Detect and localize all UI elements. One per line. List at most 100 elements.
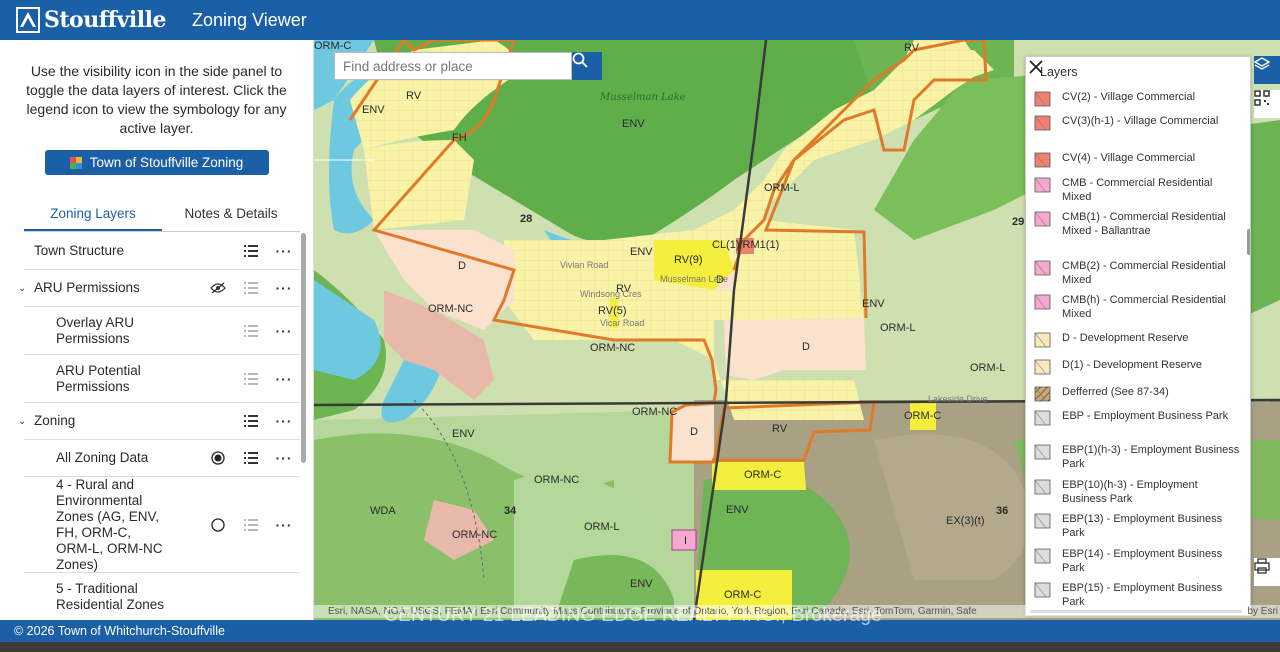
layers-widget-button[interactable] (1254, 56, 1280, 84)
map-label: ORM-NC (534, 474, 580, 486)
legend-scrollbar[interactable] (1247, 229, 1250, 255)
legend-item-label: CMB - Commercial Residential Mixed (1062, 177, 1213, 203)
more-options-icon[interactable]: ··· (276, 413, 292, 429)
visibility-off-icon[interactable] (210, 280, 226, 296)
legend-item: CMB(1) - Commercial Residential Mixed - … (1034, 211, 1242, 238)
more-options-icon[interactable]: ··· (276, 371, 292, 387)
legend-swatch-icon (1034, 444, 1051, 460)
map-label: ORM-NC (428, 303, 474, 315)
road-label: Windsong Cres (580, 289, 642, 299)
print-icon (1254, 558, 1270, 574)
layer-label: 4 - Rural and Environmental Zones (AG, E… (56, 476, 163, 572)
map-label: D (458, 260, 466, 272)
layer-label: Zoning (34, 413, 76, 428)
road-label: Vicar Road (600, 318, 645, 328)
search-icon (572, 52, 588, 68)
radio-selected-icon[interactable] (210, 450, 226, 466)
map-label: ORM-C (724, 589, 762, 601)
town-flower-icon (69, 156, 82, 169)
tab-zoning-layers[interactable]: Zoning Layers (24, 198, 162, 231)
town-logo[interactable]: Stouffville (16, 7, 167, 33)
legend-item-label: CV(2) - Village Commercial (1062, 91, 1196, 103)
legend-swatch-icon (1034, 211, 1051, 227)
legend-item-label: CV(4) - Village Commercial (1062, 152, 1196, 164)
map-label: 34 (504, 505, 517, 517)
search-button[interactable] (572, 52, 602, 80)
chevron-down-icon[interactable]: ⌄ (18, 283, 30, 294)
town-zoning-button-label: Town of Stouffville Zoning (89, 155, 244, 170)
search-input[interactable]: Find address or place (334, 52, 572, 80)
layer-traditional-residential[interactable]: 5 - Traditional Residential Zones (24, 573, 300, 620)
attribution-tail: by Esri (1247, 606, 1278, 617)
side-panel-scrollbar[interactable] (301, 233, 306, 620)
more-options-icon[interactable]: ··· (276, 450, 292, 466)
more-options-icon[interactable]: ··· (276, 323, 292, 339)
legend-item-label: D(1) - Development Reserve (1062, 359, 1202, 371)
map-label: ORM-C (744, 469, 782, 481)
side-panel: Use the visibility icon in the side pane… (0, 40, 314, 620)
legend-list-icon (243, 280, 259, 296)
map-label: ENV (726, 504, 749, 516)
layer-list: Town Structure ··· ⌄ ARU Permissions ···… (18, 233, 300, 620)
legend-item-label: EBP(10)(h-3) - Employment Business Park (1062, 479, 1198, 505)
map-label: ENV (362, 104, 385, 116)
radio-unselected-icon[interactable] (210, 517, 226, 533)
map-label: D (690, 426, 698, 438)
map-label: RV (406, 90, 422, 102)
legend-item: CV(4) - Village Commercial (1034, 152, 1242, 168)
legend-swatch-icon (1034, 410, 1051, 426)
map-label: ENV (630, 578, 653, 590)
layer-all-zoning-data[interactable]: All Zoning Data ··· (24, 440, 300, 477)
road-label: Musselman Lake (660, 274, 729, 284)
map-label-lake: Musselman Lake (600, 92, 686, 103)
layer-aru-permissions[interactable]: ⌄ ARU Permissions ··· (18, 270, 300, 307)
legend-item-label: CMB(h) - Commercial Residential Mixed (1062, 294, 1226, 320)
more-options-icon[interactable]: ··· (276, 280, 292, 296)
legend-item: CV(2) - Village Commercial (1034, 91, 1242, 107)
map-label: RV (772, 423, 788, 435)
layer-overlay-aru[interactable]: Overlay ARU Permissions ··· (24, 307, 300, 355)
legend-list-icon[interactable] (243, 450, 259, 466)
map-label: ORM-C (314, 40, 352, 52)
layer-rural-environmental[interactable]: 4 - Rural and Environmental Zones (AG, E… (24, 477, 300, 573)
legend-list-icon (243, 371, 259, 387)
legend-item-label: EBP - Employment Business Park (1062, 410, 1229, 422)
chevron-down-icon[interactable]: ⌄ (18, 416, 30, 427)
legend-swatch-icon (1034, 115, 1051, 131)
app-header: Stouffville Zoning Viewer (0, 0, 1280, 40)
close-icon[interactable] (1026, 57, 1046, 77)
intro-text: Use the visibility icon in the side pane… (26, 63, 287, 136)
map-label: CL(1)/RM1(1) (712, 239, 780, 251)
legend-swatch-icon (1034, 91, 1051, 107)
road-label: Vivian Road (560, 260, 609, 270)
town-zoning-button[interactable]: Town of Stouffville Zoning (44, 150, 269, 175)
legend-item: EBP(1)(h-3) - Employment Business Park (1034, 444, 1242, 471)
scroll-thumb[interactable] (301, 233, 306, 463)
qr-widget-button[interactable] (1254, 90, 1280, 118)
more-options-icon[interactable]: ··· (276, 517, 292, 533)
layer-zoning[interactable]: ⌄ Zoning ··· (18, 403, 300, 440)
tab-notes-details[interactable]: Notes & Details (162, 198, 300, 231)
print-widget-button[interactable] (1254, 558, 1280, 586)
legend-list-icon[interactable] (243, 413, 259, 429)
map-label: ORM-C (904, 410, 942, 422)
layer-label: 5 - Traditional Residential Zones (56, 581, 165, 612)
legend-item: D(1) - Development Reserve (1034, 359, 1242, 375)
legend-list-icon[interactable] (243, 243, 259, 259)
map-label: I (684, 535, 688, 547)
map-view[interactable]: ORM-C RV ENV RV FH Musselman Lake ENV 28… (314, 40, 1280, 620)
layer-town-structure[interactable]: Town Structure ··· (24, 233, 300, 270)
legend-item-label: EBP(1)(h-3) - Employment Business Park (1062, 444, 1240, 470)
map-label: RV (904, 42, 920, 54)
map-label: D (802, 341, 810, 353)
legend-swatch-icon (1034, 548, 1051, 564)
map-label: 29 (1012, 216, 1025, 228)
more-options-icon[interactable]: ··· (276, 243, 292, 259)
logo-text: Stouffville (44, 7, 167, 33)
layer-label: Overlay ARU Permissions (56, 314, 135, 346)
layer-aru-potential[interactable]: ARU Potential Permissions ··· (24, 355, 300, 403)
legend-list-icon (243, 323, 259, 339)
app-title: Zoning Viewer (192, 9, 307, 30)
legend-swatch-icon (1034, 479, 1051, 495)
map-label: RV(5) (598, 305, 627, 317)
